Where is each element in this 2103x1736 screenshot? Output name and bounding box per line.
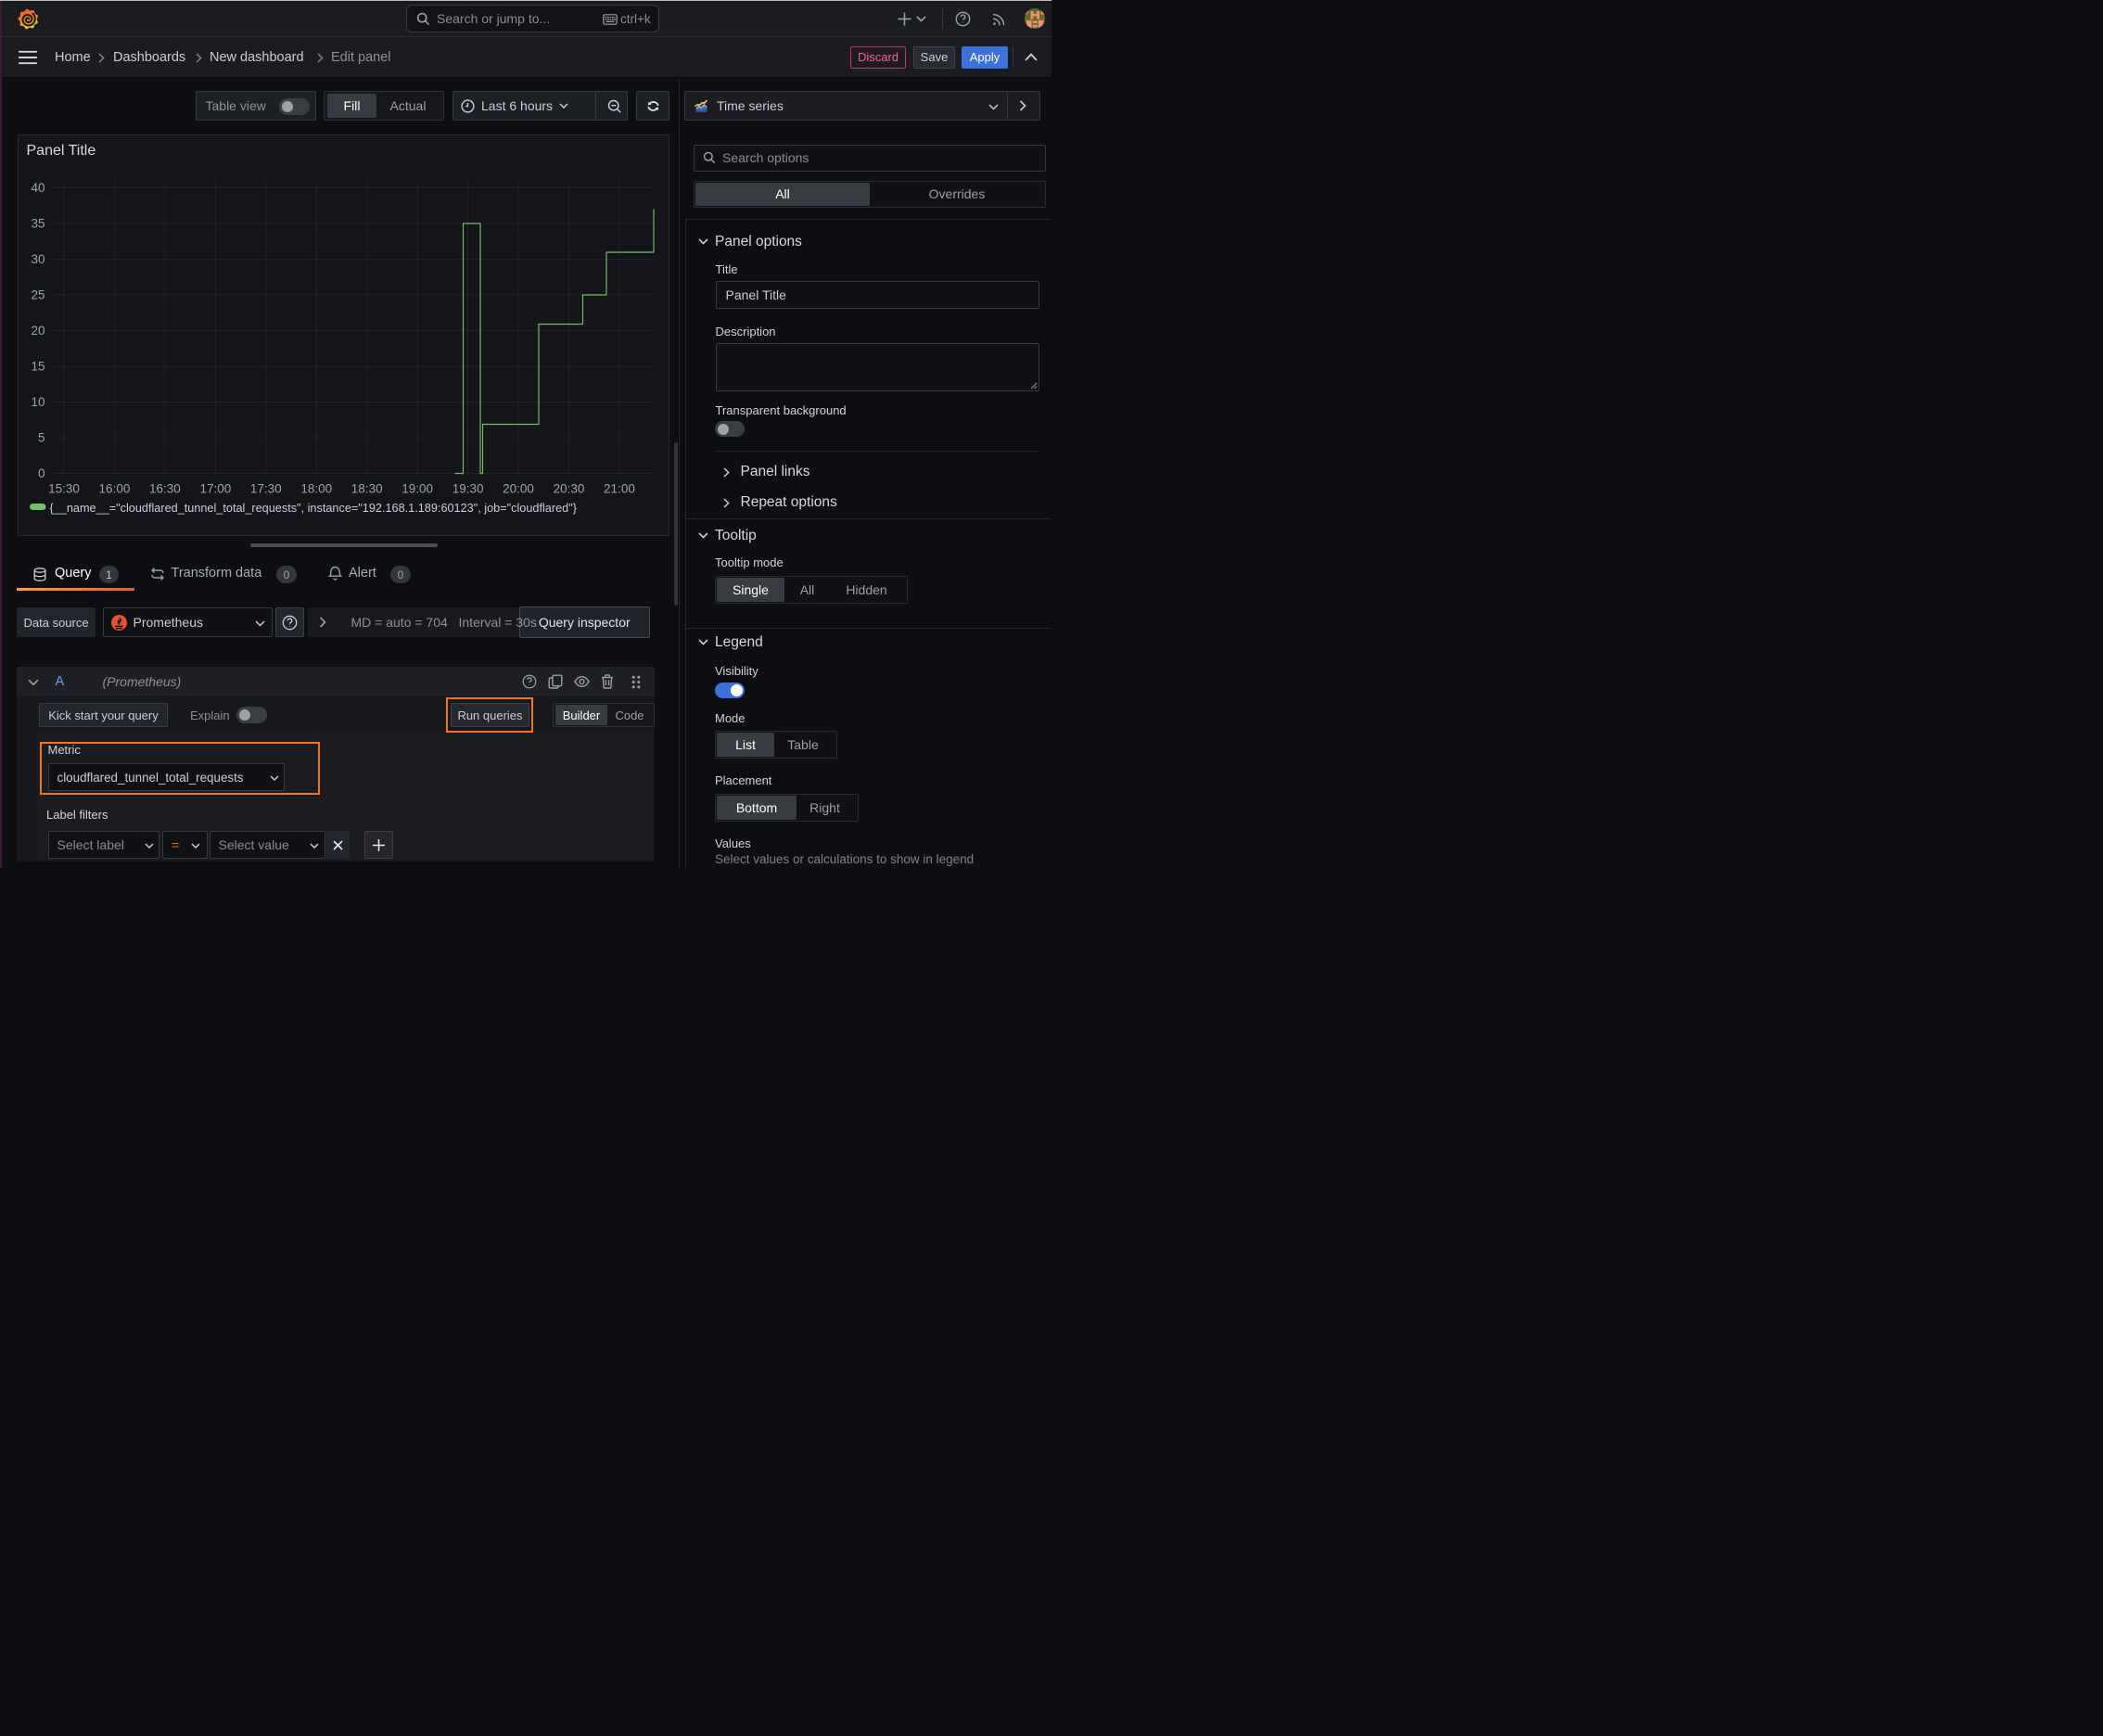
svg-text:17:30: 17:30 [249, 481, 281, 495]
svg-text:20: 20 [31, 324, 45, 338]
svg-text:19:30: 19:30 [452, 481, 483, 495]
svg-text:16:30: 16:30 [149, 481, 181, 495]
svg-text:{__name__="cloudflared_tunnel_: {__name__="cloudflared_tunnel_total_requ… [49, 502, 577, 515]
svg-text:20:00: 20:00 [503, 481, 534, 495]
svg-text:18:30: 18:30 [350, 481, 382, 495]
svg-text:21:00: 21:00 [604, 481, 635, 495]
svg-text:18:00: 18:00 [300, 481, 332, 495]
svg-text:17:00: 17:00 [199, 481, 231, 495]
svg-text:0: 0 [37, 466, 45, 480]
svg-text:16:00: 16:00 [98, 481, 130, 495]
svg-text:35: 35 [31, 216, 45, 230]
svg-text:30: 30 [31, 252, 45, 266]
svg-text:20:30: 20:30 [553, 481, 584, 495]
svg-text:10: 10 [31, 395, 45, 409]
svg-text:40: 40 [31, 181, 45, 195]
svg-text:19:00: 19:00 [401, 481, 433, 495]
svg-text:25: 25 [31, 287, 45, 301]
svg-text:15: 15 [31, 359, 45, 373]
svg-text:5: 5 [37, 430, 45, 444]
svg-text:15:30: 15:30 [48, 481, 80, 495]
